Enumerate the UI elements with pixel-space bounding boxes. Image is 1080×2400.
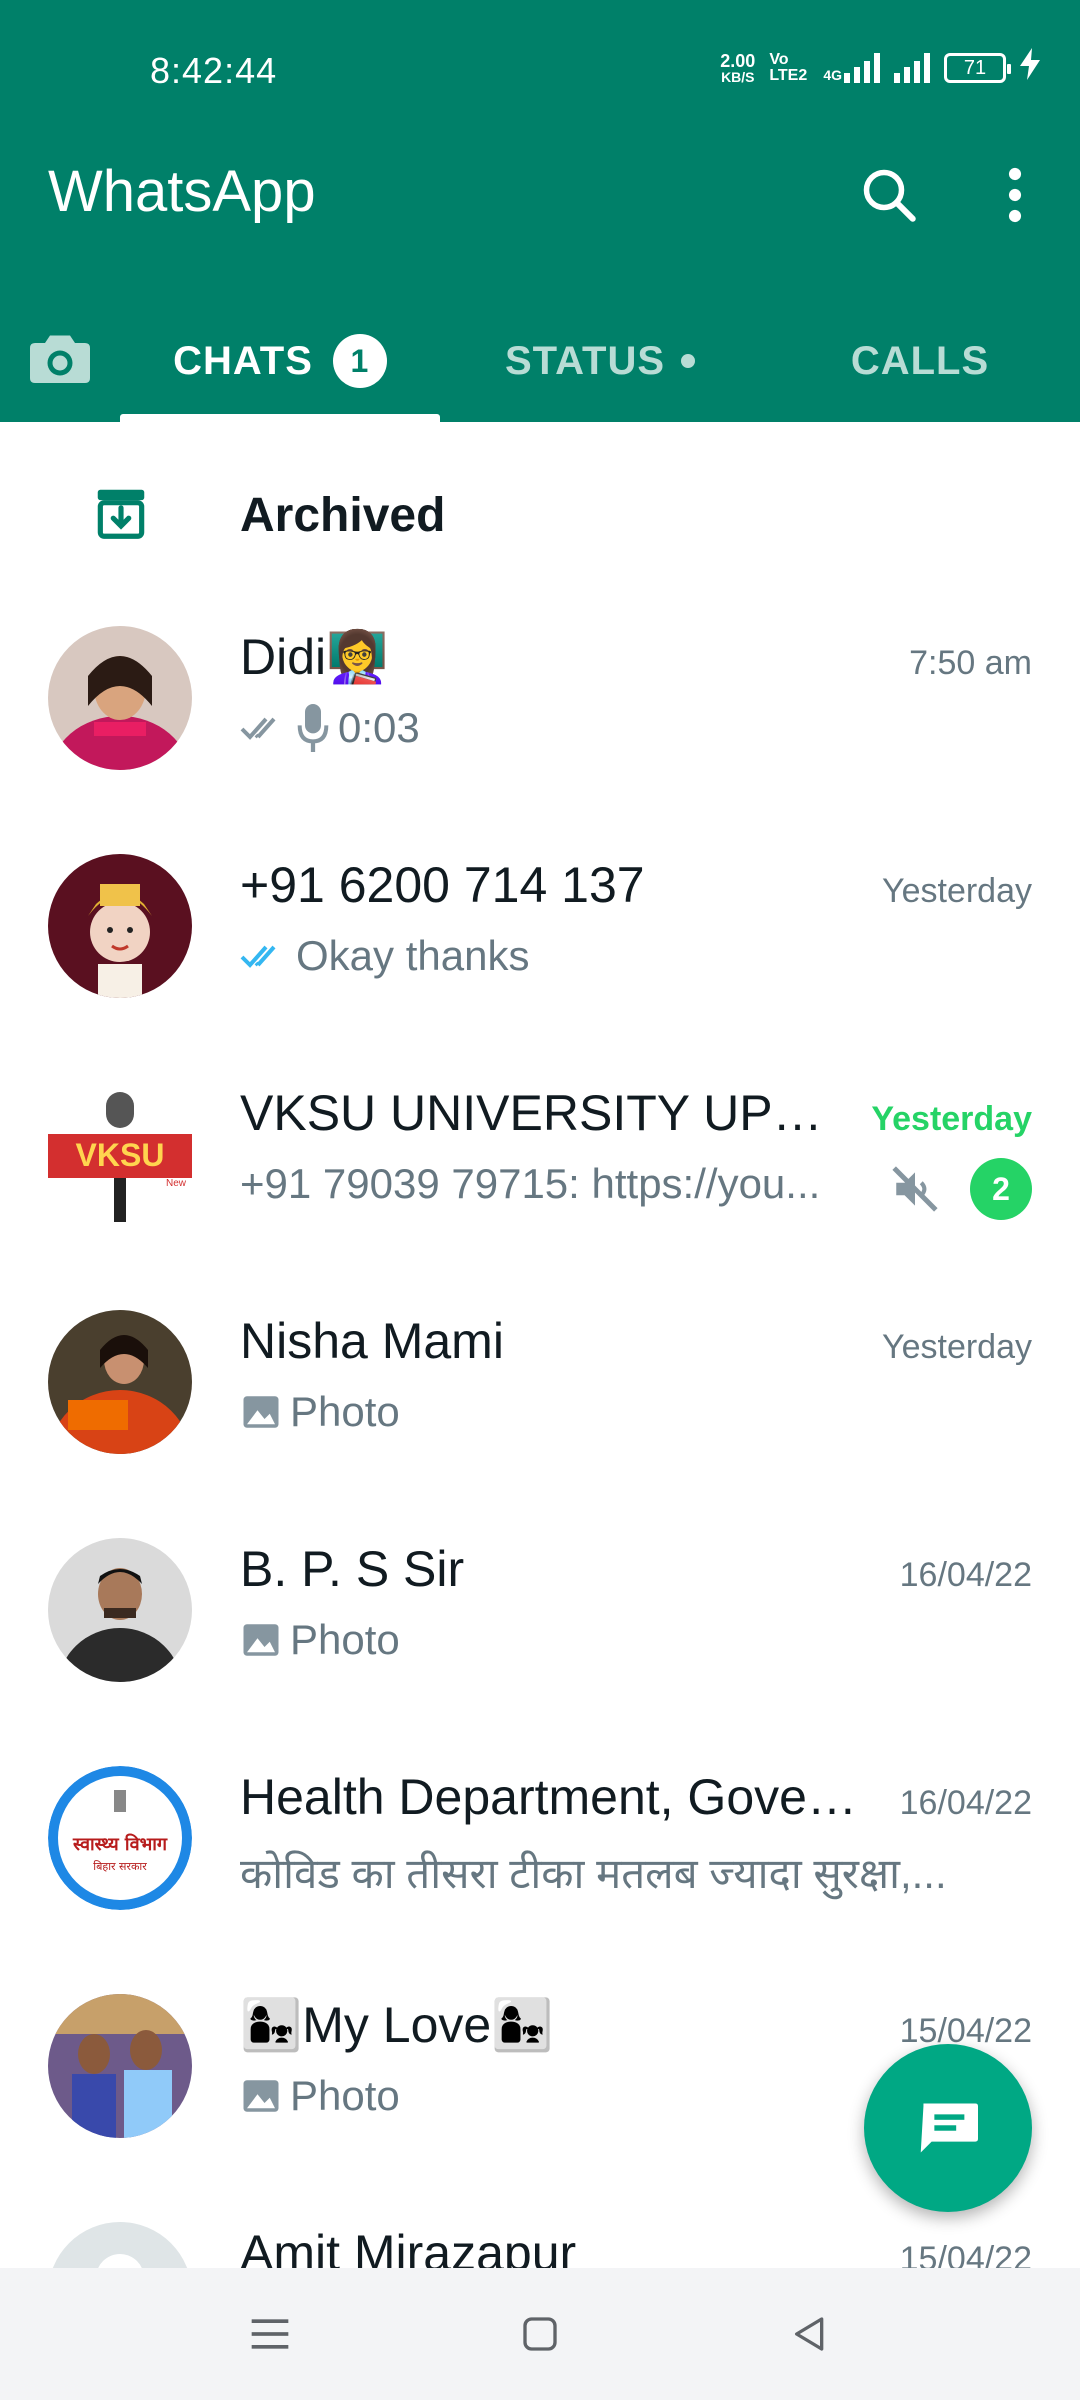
chat-name: Amit Mirazapur [240,2225,577,2268]
chat-name: B. P. S Sir [240,1541,465,1597]
chat-row[interactable]: B. P. S Sir 16/04/22 Photo [0,1502,1080,1730]
avatar[interactable] [48,1310,192,1454]
status-new-dot [681,354,696,368]
chat-icon [920,2103,978,2153]
chat-name: VKSU UNIVERSITY UPDA... [240,1085,850,1141]
active-tab-indicator [120,414,440,422]
tab-bar: CHATS 1 STATUS CALLS [0,300,1080,422]
unread-count-badge: 2 [970,1158,1032,1220]
new-chat-button[interactable] [864,2044,1032,2212]
chat-name: +91 6200 714 137 [240,857,645,913]
chat-row[interactable]: VKSU New VKSU UNIVERSITY UPDA... Yesterd… [0,1046,1080,1274]
archived-row[interactable]: Archived [0,440,1080,590]
chat-name: Nisha Mami [240,1313,504,1369]
avatar[interactable] [48,2222,192,2268]
chat-row[interactable]: Didi👩‍🏫 7:50 am 0:03 [0,590,1080,818]
double-tick-icon [240,717,276,740]
more-options-button[interactable] [980,160,1050,230]
back-icon [795,2317,824,2351]
tab-camera[interactable] [28,326,92,390]
chat-time: 16/04/22 [899,1556,1032,1594]
status-icons: 2.00 KB/S Vo LTE2 4G 71 [720,48,1040,87]
home-icon [523,2317,557,2351]
archive-icon [90,482,152,544]
double-tick-read-icon [240,945,276,968]
menu-icon [251,2319,289,2349]
more-vert-icon [1008,167,1022,223]
recents-button[interactable] [240,2304,300,2364]
chat-name: Health Department, Gover... [240,1769,860,1825]
chat-preview: कोविड का तीसरा टीका मतलब ज्यादा सुरक्षा,… [240,1850,947,1897]
back-button[interactable] [780,2304,840,2364]
photo-icon [243,1396,279,1428]
muted-icon [890,1164,940,1214]
chat-preview: Photo [240,1388,400,1436]
chat-preview: Okay thanks [240,932,529,980]
volte-indicator: Vo LTE2 [769,50,808,84]
chat-preview: Photo [240,1616,400,1664]
tab-status[interactable]: STATUS [440,300,760,422]
search-icon [863,169,916,222]
default-avatar-icon [98,2254,142,2268]
chat-name: Didi👩‍🏫 [240,629,389,685]
chat-time: Yesterday [882,1328,1032,1366]
tab-calls[interactable]: CALLS [760,300,1080,422]
net-speed: 2.00 KB/S [720,50,756,85]
mic-icon [297,704,329,752]
chat-row[interactable]: Nisha Mami Yesterday Photo [0,1274,1080,1502]
home-button[interactable] [510,2304,570,2364]
chat-preview: +91 79039 79715: https://you... [240,1160,821,1207]
avatar[interactable] [48,1994,192,2138]
signal-icon-sim1: 4G [823,52,880,83]
app-title: WhatsApp [48,159,316,224]
svg-text:स्वास्थ्य विभाग: स्वास्थ्य विभाग [72,1833,168,1855]
svg-text:बिहार सरकार: बिहार सरकार [93,1860,147,1873]
chat-time: Yesterday [871,1100,1032,1138]
system-nav-bar [0,2268,1080,2400]
svg-text:New: New [166,1178,187,1189]
chat-time: 7:50 am [909,644,1032,682]
chat-time: Yesterday [882,872,1032,910]
avatar[interactable]: VKSU New [48,1082,192,1226]
avatar[interactable] [48,854,192,998]
svg-text:VKSU: VKSU [76,1137,165,1173]
chat-time: 16/04/22 [899,1784,1032,1822]
chat-row[interactable]: +91 6200 714 137 Yesterday Okay thanks [0,818,1080,1046]
avatar[interactable]: स्वास्थ्य विभाग बिहार सरकार [48,1766,192,1910]
photo-icon [243,1624,279,1656]
avatar[interactable] [48,1538,192,1682]
status-bar: 8:42:44 2.00 KB/S Vo LTE2 4G 71 [0,0,1080,140]
photo-icon [243,2080,279,2112]
archived-label: Archived [240,489,446,542]
signal-icon-sim2 [894,52,930,83]
search-button[interactable] [854,160,924,230]
tab-chats[interactable]: CHATS 1 [120,300,440,422]
charging-icon [1020,48,1040,87]
chat-time: 15/04/22 [899,2240,1032,2268]
chat-row[interactable]: स्वास्थ्य विभाग बिहार सरकार Health Depar… [0,1730,1080,1958]
battery-icon: 71 [944,52,1011,83]
app-header: 8:42:44 2.00 KB/S Vo LTE2 4G 71 WhatsApp [0,0,1080,422]
chat-name: 👩‍👧My Love👩‍👧 [240,1997,554,2053]
chat-preview: 0:03 [240,704,420,752]
camera-icon [30,335,90,383]
chats-unread-badge: 1 [332,334,387,388]
chat-preview: Photo [240,2072,400,2120]
avatar[interactable] [48,626,192,770]
clock: 8:42:44 [150,50,278,91]
